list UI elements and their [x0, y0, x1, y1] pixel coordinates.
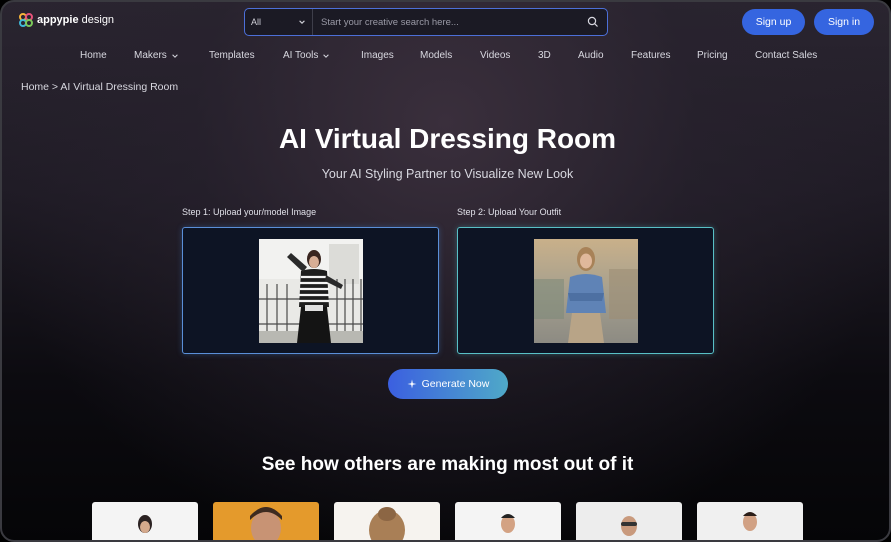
- chevron-down-icon: [172, 53, 178, 58]
- search-bar: All: [244, 8, 608, 36]
- nav-makers[interactable]: Makers: [134, 50, 179, 61]
- nav-models[interactable]: Models: [420, 50, 452, 61]
- showcase-thumb[interactable]: [213, 502, 319, 540]
- nav-images[interactable]: Images: [361, 50, 394, 61]
- showcase-thumb[interactable]: [576, 502, 682, 540]
- nav-3d[interactable]: 3D: [538, 50, 551, 61]
- chevron-down-icon: [299, 20, 305, 24]
- generate-now-label: Generate Now: [421, 378, 490, 390]
- showcase-thumb[interactable]: [697, 502, 803, 540]
- nav-ai-tools[interactable]: AI Tools: [283, 50, 330, 61]
- brand-name: appypie design: [37, 14, 115, 26]
- nav-pricing[interactable]: Pricing: [697, 50, 728, 61]
- page-title: AI Virtual Dressing Room: [278, 123, 617, 154]
- main-nav: Home Makers Templates AI Tools Images Mo…: [2, 50, 889, 64]
- step1-label: Step 1: Upload your/model Image: [182, 207, 317, 217]
- generate-now-button[interactable]: Generate Now: [388, 369, 508, 399]
- logo-mark-icon: [19, 13, 33, 27]
- breadcrumb[interactable]: Home > AI Virtual Dressing Room: [21, 81, 178, 93]
- signup-button[interactable]: Sign up: [742, 9, 805, 35]
- nav-videos[interactable]: Videos: [480, 50, 510, 61]
- search-icon: [587, 16, 598, 27]
- model-image-upload[interactable]: [182, 227, 439, 354]
- search-button[interactable]: [579, 9, 607, 35]
- showcase-thumb[interactable]: [334, 502, 440, 540]
- app-window: appypie design All Sign up Sign in Home …: [0, 0, 891, 542]
- brand-logo[interactable]: appypie design: [19, 13, 114, 27]
- search-input[interactable]: [313, 9, 579, 35]
- search-category-value: All: [251, 17, 262, 27]
- showcase-title: See how others are making most out of it: [261, 454, 634, 475]
- sparkle-icon: [407, 379, 417, 389]
- nav-features[interactable]: Features: [631, 50, 670, 61]
- nav-contact-sales[interactable]: Contact Sales: [755, 50, 817, 61]
- showcase-thumb[interactable]: [92, 502, 198, 540]
- page-subtitle: Your AI Styling Partner to Visualize New…: [321, 167, 574, 181]
- nav-home[interactable]: Home: [80, 50, 107, 61]
- nav-templates[interactable]: Templates: [209, 50, 255, 61]
- model-image-preview: [258, 238, 363, 343]
- showcase-thumb[interactable]: [455, 502, 561, 540]
- outfit-image-upload[interactable]: [457, 227, 714, 354]
- step2-label: Step 2: Upload Your Outfit: [457, 207, 562, 217]
- outfit-image-preview: [533, 238, 638, 343]
- search-category-select[interactable]: All: [245, 9, 313, 35]
- signin-button[interactable]: Sign in: [814, 9, 874, 35]
- nav-audio[interactable]: Audio: [578, 50, 604, 61]
- chevron-down-icon: [323, 53, 330, 58]
